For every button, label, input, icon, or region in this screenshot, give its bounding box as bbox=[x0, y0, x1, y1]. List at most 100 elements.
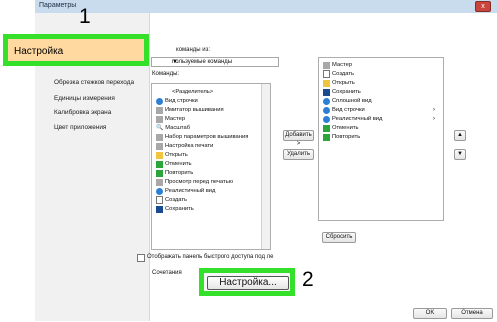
add-command-button[interactable]: Добавить > bbox=[283, 130, 314, 147]
document-icon bbox=[156, 196, 163, 204]
title-bar: Параметры x bbox=[35, 0, 497, 14]
show-below-ribbon-label: Отображать панель быстрого доступа под л… bbox=[147, 254, 274, 260]
list-item[interactable]: Повторить bbox=[323, 133, 360, 141]
reset-button[interactable]: Сбросить bbox=[322, 232, 356, 243]
wizard-icon bbox=[323, 61, 330, 69]
item-label: <Разделитель> bbox=[172, 89, 214, 95]
folder-icon bbox=[323, 79, 330, 87]
item-label: Отменить bbox=[165, 161, 192, 167]
sidebar-item-label: Настройка bbox=[14, 46, 64, 57]
quick-access-list[interactable]: Мастер Создать Открыть Сохранить Сплошно… bbox=[318, 57, 444, 221]
view-icon bbox=[156, 97, 163, 105]
sidebar-item-jump-trim[interactable]: Обрезка стежков перехода bbox=[54, 79, 134, 86]
callout-number-1: 1 bbox=[79, 5, 91, 28]
item-label: Повторить bbox=[332, 134, 361, 140]
sidebar-item-app-color[interactable]: Цвет приложения bbox=[54, 124, 106, 131]
item-label: Масштаб bbox=[165, 125, 191, 131]
redo-icon bbox=[323, 133, 330, 141]
list-item[interactable]: Отменить bbox=[156, 160, 192, 168]
item-label: Вид строчки bbox=[332, 107, 365, 113]
show-below-ribbon-checkbox[interactable] bbox=[137, 254, 145, 262]
save-icon bbox=[323, 88, 330, 96]
cancel-button[interactable]: Отмена bbox=[451, 308, 493, 319]
list-item[interactable]: Создать bbox=[323, 70, 354, 78]
item-label: Сохранить bbox=[165, 206, 194, 212]
view-icon bbox=[156, 187, 163, 195]
item-label: Реалистичный вид bbox=[332, 116, 383, 122]
view-icon bbox=[323, 97, 330, 105]
item-label: Открыть bbox=[332, 80, 355, 86]
list-item[interactable]: Набор параметров вышивания bbox=[156, 133, 248, 141]
ok-button[interactable]: OK bbox=[413, 308, 447, 319]
magnifier-icon: 🔍 bbox=[156, 125, 164, 131]
close-button[interactable]: x bbox=[475, 1, 491, 12]
move-down-button[interactable]: ▼ bbox=[454, 149, 466, 160]
list-item[interactable]: Вид строчки › bbox=[323, 106, 435, 114]
undo-icon bbox=[156, 160, 163, 168]
item-label: Набор параметров вышивания bbox=[165, 134, 249, 140]
sidebar-item-customize[interactable]: Настройка bbox=[3, 34, 149, 66]
chevron-down-icon: ▼ bbox=[172, 59, 178, 65]
move-up-button[interactable]: ▲ bbox=[454, 130, 466, 141]
item-label: Вид строчки bbox=[165, 98, 198, 104]
list-item[interactable]: Повторить bbox=[156, 169, 193, 177]
list-item[interactable]: Вид строчки› bbox=[156, 97, 264, 105]
list-item[interactable]: 🔍Масштаб› bbox=[156, 124, 264, 132]
undo-icon bbox=[323, 124, 330, 132]
list-item[interactable]: Отменить bbox=[323, 124, 359, 132]
list-item[interactable]: Сохранить bbox=[323, 88, 361, 96]
view-icon bbox=[323, 115, 330, 123]
list-item[interactable]: Реалистичный вид› bbox=[156, 187, 264, 195]
commands-list-label: Команды: bbox=[152, 71, 180, 77]
list-item[interactable]: Мастер bbox=[323, 61, 352, 69]
parameter-set-icon bbox=[156, 133, 163, 141]
submenu-arrow-icon: › bbox=[433, 107, 435, 113]
customize-shortcuts-highlight: Настройка... bbox=[199, 268, 295, 296]
simulator-icon bbox=[156, 106, 163, 114]
view-icon bbox=[323, 106, 330, 114]
list-item[interactable]: Имитатор вышивания bbox=[156, 106, 224, 114]
commands-scrollbar[interactable] bbox=[261, 84, 270, 249]
list-item[interactable]: <Разделитель> bbox=[172, 88, 213, 96]
item-label: Открыть bbox=[165, 152, 188, 158]
list-item[interactable]: Просмотр перед печатью bbox=[156, 178, 233, 186]
list-item[interactable]: Открыть bbox=[156, 151, 188, 159]
list-item[interactable]: Сплошной вид bbox=[323, 97, 372, 105]
list-item[interactable]: Сохранить bbox=[156, 205, 194, 213]
commands-list[interactable]: <Разделитель> Вид строчки› Имитатор выши… bbox=[151, 83, 271, 250]
customize-button[interactable]: Настройка... bbox=[207, 276, 289, 290]
item-label: Сохранить bbox=[332, 89, 361, 95]
sidebar-item-calibration[interactable]: Калибровка экрана bbox=[54, 109, 111, 116]
item-label: Создать bbox=[332, 71, 355, 77]
wizard-icon bbox=[156, 115, 163, 123]
print-setup-icon bbox=[156, 142, 163, 150]
list-item[interactable]: Мастер bbox=[156, 115, 185, 123]
close-icon: x bbox=[481, 3, 485, 10]
item-label: Мастер bbox=[332, 62, 353, 68]
item-label: Реалистичный вид bbox=[165, 188, 216, 194]
item-label: Повторить bbox=[165, 170, 194, 176]
list-item[interactable]: Открыть bbox=[323, 79, 355, 87]
list-item[interactable]: Создать bbox=[156, 196, 187, 204]
window-title: Параметры bbox=[39, 2, 77, 9]
sidebar-item-units[interactable]: Единицы измерения bbox=[54, 95, 115, 102]
command-source-select[interactable]: пользуемые команды ▼ bbox=[151, 57, 279, 67]
print-preview-icon bbox=[156, 178, 163, 186]
item-label: Имитатор вышивания bbox=[165, 107, 224, 113]
submenu-arrow-icon: › bbox=[433, 116, 435, 122]
list-item[interactable]: Реалистичный вид › bbox=[323, 115, 435, 123]
callout-number-2: 2 bbox=[302, 268, 314, 291]
remove-command-button[interactable]: Удалить bbox=[283, 149, 314, 160]
item-label: Сплошной вид bbox=[332, 98, 372, 104]
redo-icon bbox=[156, 169, 163, 177]
item-label: Отменить bbox=[332, 125, 359, 131]
item-label: Мастер bbox=[165, 116, 186, 122]
save-icon bbox=[156, 205, 163, 213]
item-label: Настройка печати bbox=[165, 143, 214, 149]
document-icon bbox=[323, 70, 330, 78]
list-item[interactable]: Настройка печати bbox=[156, 142, 213, 150]
item-label: Просмотр перед печатью bbox=[165, 179, 234, 185]
item-label: Создать bbox=[165, 197, 188, 203]
commands-from-label: команды из: bbox=[176, 47, 211, 53]
folder-icon bbox=[156, 151, 163, 159]
